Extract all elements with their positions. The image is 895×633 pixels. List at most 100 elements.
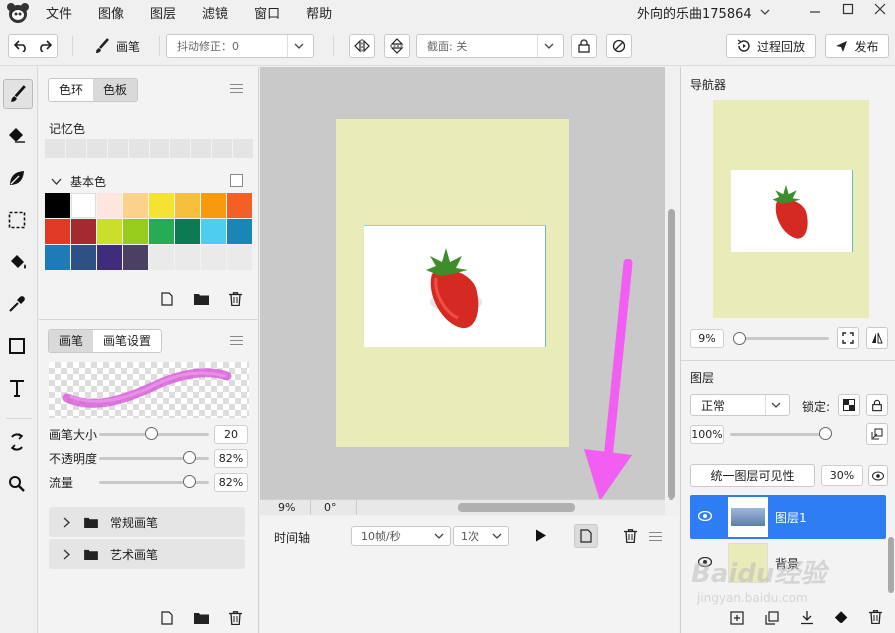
brush-size-value[interactable]: 20 bbox=[214, 425, 248, 444]
menu-window[interactable]: 窗口 bbox=[254, 3, 280, 22]
folder-icon[interactable] bbox=[194, 293, 209, 305]
layer-row-1[interactable]: 图层1 bbox=[690, 495, 886, 539]
opacity-knob[interactable] bbox=[183, 451, 197, 464]
lock-button[interactable] bbox=[571, 34, 597, 58]
color-swatch[interactable] bbox=[71, 193, 96, 218]
menu-file[interactable]: 文件 bbox=[46, 3, 72, 22]
navigator-zoom-slider[interactable] bbox=[733, 337, 829, 340]
new-layer-icon[interactable] bbox=[730, 611, 744, 625]
text-tool[interactable] bbox=[9, 379, 25, 397]
transform-tool[interactable] bbox=[8, 433, 26, 451]
menu-filter[interactable]: 滤镜 bbox=[202, 3, 228, 22]
tab-brush-settings[interactable]: 画笔设置 bbox=[93, 330, 161, 352]
new-swatch-icon[interactable] bbox=[161, 292, 173, 306]
color-swatch[interactable] bbox=[123, 245, 148, 270]
canvas-angle-value[interactable]: 0° bbox=[324, 501, 337, 514]
visibility-toggle-button[interactable] bbox=[868, 465, 888, 486]
color-swatch[interactable] bbox=[201, 245, 226, 270]
color-swatch[interactable] bbox=[97, 245, 122, 270]
eyedropper-tool[interactable] bbox=[8, 295, 26, 313]
fill-tool[interactable] bbox=[8, 253, 28, 271]
color-swatch[interactable] bbox=[175, 219, 200, 244]
color-swatch[interactable] bbox=[149, 193, 174, 218]
trash-icon[interactable] bbox=[229, 611, 242, 625]
fit-screen-button[interactable] bbox=[837, 327, 859, 349]
selection-tool[interactable] bbox=[8, 211, 26, 229]
color-swatch[interactable] bbox=[45, 219, 70, 244]
flow-value[interactable]: 82% bbox=[214, 473, 248, 492]
color-swatch[interactable] bbox=[201, 193, 226, 218]
play-icon[interactable] bbox=[535, 529, 547, 542]
layer-opacity-slider[interactable] bbox=[730, 433, 826, 436]
panel-menu-icon[interactable] bbox=[649, 531, 662, 542]
shape-tool[interactable] bbox=[9, 338, 25, 354]
brush-size-knob[interactable] bbox=[144, 427, 158, 440]
flip-vertical-button[interactable] bbox=[384, 34, 410, 58]
panel-menu-icon[interactable] bbox=[230, 335, 243, 346]
flow-knob[interactable] bbox=[183, 475, 197, 488]
navigator-zoom-value[interactable]: 9% bbox=[690, 329, 724, 348]
folder-icon[interactable] bbox=[194, 612, 209, 624]
color-swatch[interactable] bbox=[149, 245, 174, 270]
trash-icon[interactable] bbox=[229, 292, 242, 306]
layer-name[interactable]: 图层1 bbox=[775, 509, 807, 526]
clip-section-select[interactable]: 截面: 关 bbox=[416, 34, 564, 58]
menu-image[interactable]: 图像 bbox=[98, 3, 124, 22]
eye-icon[interactable] bbox=[698, 511, 712, 521]
layers-scrollbar[interactable] bbox=[888, 537, 894, 593]
color-swatch[interactable] bbox=[97, 219, 122, 244]
color-swatch[interactable] bbox=[71, 219, 96, 244]
eraser-tool[interactable] bbox=[8, 127, 26, 143]
vertical-scroll-thumb[interactable] bbox=[668, 209, 675, 499]
unify-visibility-button[interactable]: 统一图层可见性 bbox=[690, 464, 815, 487]
menu-layer[interactable]: 图层 bbox=[150, 3, 176, 22]
color-swatch[interactable] bbox=[175, 193, 200, 218]
basic-colors-header[interactable]: 基本色 bbox=[51, 173, 106, 190]
lock-transparency-button[interactable] bbox=[838, 394, 860, 416]
tab-brush[interactable]: 画笔 bbox=[49, 330, 94, 352]
navigator-preview[interactable] bbox=[713, 100, 869, 318]
color-swatch[interactable] bbox=[45, 245, 70, 270]
layer-opacity-value[interactable]: 100% bbox=[690, 425, 724, 444]
brush-tool-selector[interactable]: 画笔 bbox=[94, 34, 140, 58]
undo-icon[interactable] bbox=[9, 40, 33, 52]
duplicate-layer-icon[interactable] bbox=[765, 611, 779, 625]
color-swatch[interactable] bbox=[149, 219, 174, 244]
brush-group-art[interactable]: 艺术画笔 bbox=[49, 539, 245, 569]
canvas-zoom-value[interactable]: 9% bbox=[278, 501, 295, 514]
flip-horizontal-button[interactable] bbox=[349, 34, 375, 58]
new-frame-button[interactable] bbox=[574, 524, 598, 548]
loop-select[interactable]: 1次 bbox=[453, 526, 509, 546]
brush-group-general[interactable]: 常规画笔 bbox=[49, 507, 245, 537]
color-swatch[interactable] bbox=[227, 245, 252, 270]
basic-colors-checkbox[interactable] bbox=[230, 174, 243, 187]
publish-button[interactable]: 发布 bbox=[825, 34, 889, 58]
tab-color-ring[interactable]: 色环 bbox=[49, 79, 93, 101]
color-swatch[interactable] bbox=[97, 193, 122, 218]
new-brush-icon[interactable] bbox=[161, 611, 173, 625]
navigator-flip-button[interactable] bbox=[866, 327, 888, 349]
color-swatch[interactable] bbox=[71, 245, 96, 270]
trash-icon[interactable] bbox=[869, 610, 882, 624]
maximize-button[interactable] bbox=[841, 2, 855, 16]
color-swatch[interactable] bbox=[227, 219, 252, 244]
menu-help[interactable]: 帮助 bbox=[306, 3, 332, 22]
color-swatch[interactable] bbox=[123, 193, 148, 218]
trash-icon[interactable] bbox=[624, 529, 637, 543]
eraser-icon[interactable] bbox=[834, 610, 850, 625]
close-button[interactable] bbox=[873, 2, 887, 16]
layer-opacity-knob[interactable] bbox=[819, 427, 832, 440]
tab-color-swatch[interactable]: 色板 bbox=[93, 79, 138, 101]
opacity-value[interactable]: 82% bbox=[214, 449, 248, 468]
color-swatch[interactable] bbox=[227, 193, 252, 218]
stabilizer-select[interactable]: 抖动修正：0 bbox=[166, 34, 314, 58]
zoom-tool[interactable] bbox=[8, 475, 26, 493]
minimize-button[interactable] bbox=[808, 4, 822, 18]
navigator-zoom-knob[interactable] bbox=[733, 332, 746, 345]
blend-mode-select[interactable]: 正常 bbox=[690, 394, 790, 416]
fps-select[interactable]: 10帧/秒 bbox=[351, 526, 451, 546]
unify-visibility-value[interactable]: 30% bbox=[821, 465, 863, 486]
color-swatch[interactable] bbox=[175, 245, 200, 270]
document-title-dropdown[interactable]: 外向的乐曲175864 bbox=[637, 0, 770, 24]
clip-mask-button[interactable] bbox=[866, 423, 888, 445]
